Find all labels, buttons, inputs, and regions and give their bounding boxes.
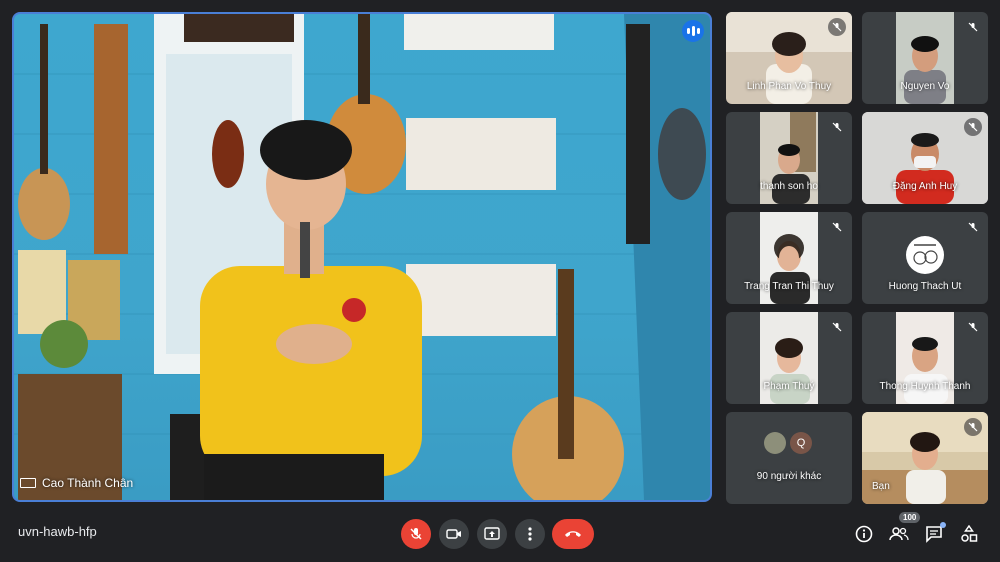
mic-off-icon: [828, 318, 846, 336]
chat-notification-dot: [940, 522, 946, 528]
leave-call-button[interactable]: [552, 519, 594, 549]
participant-name: Thong Huynh Thanh: [879, 381, 971, 392]
participant-name: Nguyen Vo: [900, 81, 950, 92]
participant-tile[interactable]: Huong Thach Ut: [862, 212, 988, 304]
participant-tile[interactable]: thanh son ho: [726, 112, 852, 204]
mic-off-icon: [828, 118, 846, 136]
avatar: Q: [790, 432, 812, 454]
others-avatars: Q: [764, 432, 812, 454]
main-speaker-name: Cao Thành Chân: [42, 476, 134, 490]
present-screen-button[interactable]: [477, 519, 507, 549]
activities-icon: [961, 525, 978, 542]
people-button[interactable]: [887, 522, 911, 546]
people-icon: [889, 527, 909, 541]
participant-name: Huong Thach Ut: [888, 281, 962, 292]
speaker-video: [14, 14, 710, 500]
mic-off-icon: [828, 218, 846, 236]
mic-off-icon: [828, 18, 846, 36]
chat-icon: [926, 526, 942, 543]
self-tile[interactable]: Bạn: [862, 412, 988, 504]
others-count-label: 90 người khác: [756, 471, 822, 482]
participant-name: Đặng Anh Huy: [892, 181, 958, 192]
others-tile[interactable]: Q 90 người khác: [726, 412, 852, 504]
participant-avatar: [906, 236, 944, 274]
participant-name: Trang Tran Thi Thuy: [744, 281, 834, 292]
phone-hangup-icon: [565, 531, 581, 537]
participant-name: Linh Phan Vo Thuy: [746, 81, 832, 92]
more-vert-icon: [528, 527, 532, 541]
participant-tile[interactable]: Linh Phan Vo Thuy: [726, 12, 852, 104]
control-bar: uvn-hawb-hfp 100: [0, 504, 1000, 562]
camera-toggle-button[interactable]: [439, 519, 469, 549]
info-icon: [855, 525, 873, 543]
more-options-button[interactable]: [515, 519, 545, 549]
mic-off-icon: [964, 418, 982, 436]
speaking-indicator-icon: [682, 20, 704, 42]
participant-name: thanh son ho: [760, 181, 818, 192]
presenting-icon: [20, 478, 36, 488]
main-speaker-label: Cao Thành Chân: [20, 476, 133, 490]
mic-off-icon: [964, 118, 982, 136]
people-count-badge: 100: [899, 512, 921, 523]
activities-button[interactable]: [957, 522, 981, 546]
participant-name: Bạn: [872, 481, 890, 492]
mic-off-icon: [410, 528, 422, 540]
participant-tile[interactable]: Đặng Anh Huy: [862, 112, 988, 204]
camera-icon: [446, 529, 461, 539]
main-speaker-tile[interactable]: Cao Thành Chân: [12, 12, 712, 502]
mic-off-icon: [964, 218, 982, 236]
participant-tile[interactable]: Nguyen Vo: [862, 12, 988, 104]
mic-toggle-button[interactable]: [401, 519, 431, 549]
meeting-code: uvn-hawb-hfp: [18, 524, 97, 539]
participant-tile[interactable]: Trang Tran Thi Thuy: [726, 212, 852, 304]
meeting-details-button[interactable]: [852, 522, 876, 546]
participant-name: Phạm Thuý: [763, 381, 815, 392]
avatar: [764, 432, 786, 454]
participant-tile[interactable]: Phạm Thuý: [726, 312, 852, 404]
present-icon: [484, 527, 500, 540]
mic-off-icon: [964, 18, 982, 36]
chat-button[interactable]: [922, 522, 946, 546]
participant-tile[interactable]: Thong Huynh Thanh: [862, 312, 988, 404]
mic-off-icon: [964, 318, 982, 336]
